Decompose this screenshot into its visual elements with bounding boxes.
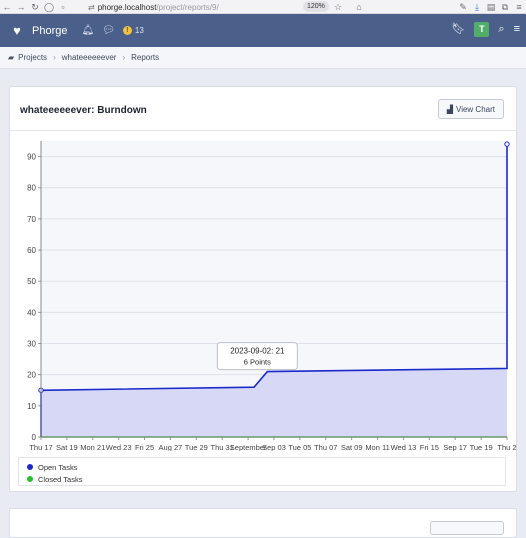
address-bar[interactable]: ⇄ phorge.localhost/project/reports/9/ (88, 0, 219, 14)
app-header: ♥ Phorge 🔔︎ 💬︎ ! 13 🔖︎ T ⌕ ≡ (0, 14, 526, 47)
y-tick-label: 60 (27, 246, 36, 255)
view-chart-button[interactable]: ▟ View Chart (437, 99, 504, 119)
burndown-chart: 0 10 20 30 40 50 60 70 80 90 Thu 17 Sat 19 Mon 21 Wed… (10, 131, 518, 452)
next-panel-button[interactable] (430, 521, 504, 535)
x-tick-label: Thu 2 (497, 443, 516, 451)
x-tick-label: Wed 23 (106, 443, 132, 451)
x-tick-label: Tue 19 (470, 443, 493, 451)
y-tick-label: 70 (27, 215, 36, 224)
x-tick-label: Mon 21 (80, 443, 105, 451)
breadcrumb: ▰ Projects › whateeeeeever › Reports (0, 47, 526, 69)
legend-dot-open (27, 464, 33, 470)
legend-label-open: Open Tasks (38, 462, 78, 472)
legend-item-closed: Closed Tasks (27, 473, 505, 485)
x-tick-label: Sat 09 (341, 443, 363, 451)
x-tick-label: Aug 27 (159, 443, 183, 451)
alert-count: 13 (134, 26, 144, 35)
open-tasks-point (504, 141, 510, 147)
alert-icon: ! (122, 26, 132, 35)
chart-icon: ▟ (446, 104, 454, 114)
breadcrumb-reports: Reports (131, 53, 160, 62)
breadcrumb-projects[interactable]: Projects (18, 53, 47, 62)
y-tick-label: 0 (32, 433, 37, 442)
burndown-panel: whateeeeeever: Burndown ▟ View Chart 0 10… (9, 86, 517, 492)
zoom-level[interactable]: 120% (303, 1, 329, 12)
tooltip-line-2: 6 Points (244, 358, 271, 367)
url-host: phorge.localhost (97, 2, 157, 12)
avatar[interactable]: T (474, 22, 490, 37)
chevron-right-icon: › (122, 53, 126, 62)
notification-bell-icon[interactable]: 🔔︎ (81, 25, 94, 36)
x-tick-label: Tue 29 (185, 443, 208, 451)
legend-label-closed: Closed Tasks (38, 474, 83, 484)
url-path: /project/reports/9/ (156, 2, 219, 12)
x-tick-label: Fri 15 (420, 443, 439, 451)
y-tick-label: 80 (27, 184, 36, 193)
y-tick-label: 30 (27, 340, 36, 349)
search-icon[interactable]: ⌕ (498, 22, 504, 37)
x-tick-label: Tue 05 (288, 443, 311, 451)
x-tick-label: Sep 17 (443, 443, 467, 451)
y-tick-label: 50 (27, 277, 36, 286)
legend-item-open: Open Tasks (27, 461, 505, 473)
home-icon[interactable]: ⌂ (352, 0, 366, 14)
reload-icon[interactable]: ↻ (28, 0, 42, 14)
x-tick-label: Sep 03 (262, 443, 286, 451)
extensions-icon[interactable]: ⧉ (498, 0, 512, 14)
x-tick-label: Mon 11 (365, 443, 389, 451)
page-icon: ▫ (61, 1, 65, 12)
alerts-badge[interactable]: ! 13 (122, 26, 144, 35)
bookmark-star-icon[interactable]: ☆ (331, 0, 345, 14)
y-tick-label: 20 (27, 371, 36, 380)
x-tick-label: Thu 07 (314, 443, 337, 451)
y-tick-label: 90 (27, 153, 36, 162)
legend-dot-closed (27, 476, 33, 482)
tooltip-line-1: 2023-09-02: 21 (230, 347, 285, 356)
back-icon[interactable]: ← (0, 0, 14, 14)
burndown-chart-svg[interactable]: 0102030405060708090Thu 17 Sat 19 Mon 21 Wed… (10, 131, 518, 452)
briefcase-icon: ▰ (8, 53, 15, 62)
panel-header: whateeeeeever: Burndown ▟ View Chart (10, 87, 516, 131)
chart-legend: Open Tasks Closed Tasks (18, 457, 506, 486)
hamburger-menu-icon[interactable]: ≡ (514, 22, 520, 37)
app-name[interactable]: Phorge (32, 25, 67, 37)
panel-title: whateeeeeever: Burndown (20, 105, 147, 116)
menu-icon[interactable]: ≡ (512, 0, 526, 14)
library-icon[interactable]: ▤ (484, 0, 498, 14)
download-icon[interactable]: ⤓ (470, 0, 484, 14)
bookmark-icon[interactable]: 🔖︎ (451, 22, 465, 37)
x-tick-label: Wed 13 (391, 443, 417, 451)
x-tick-label: Fri 25 (135, 443, 154, 451)
view-chart-label: View Chart (456, 104, 495, 114)
x-tick-label: Sat 19 (56, 443, 78, 451)
chat-icon[interactable]: 💬︎ (102, 25, 115, 36)
lock-icon: ⇄ (88, 2, 95, 12)
heart-logo-icon[interactable]: ♥ (10, 23, 24, 38)
y-tick-label: 40 (27, 308, 36, 317)
forward-icon[interactable]: → (14, 0, 28, 14)
y-tick-label: 10 (27, 402, 36, 411)
x-tick-label: Thu 17 (29, 443, 52, 451)
chevron-right-icon: › (53, 53, 56, 62)
shield-icon[interactable]: ◯ (42, 0, 56, 14)
next-panel (9, 508, 517, 538)
tools-icon[interactable]: ✎ (456, 0, 470, 14)
browser-toolbar: ← → ↻ ◯ ▫ ⇄ phorge.localhost/project/rep… (0, 0, 526, 14)
breadcrumb-project[interactable]: whateeeeeever (62, 53, 117, 62)
